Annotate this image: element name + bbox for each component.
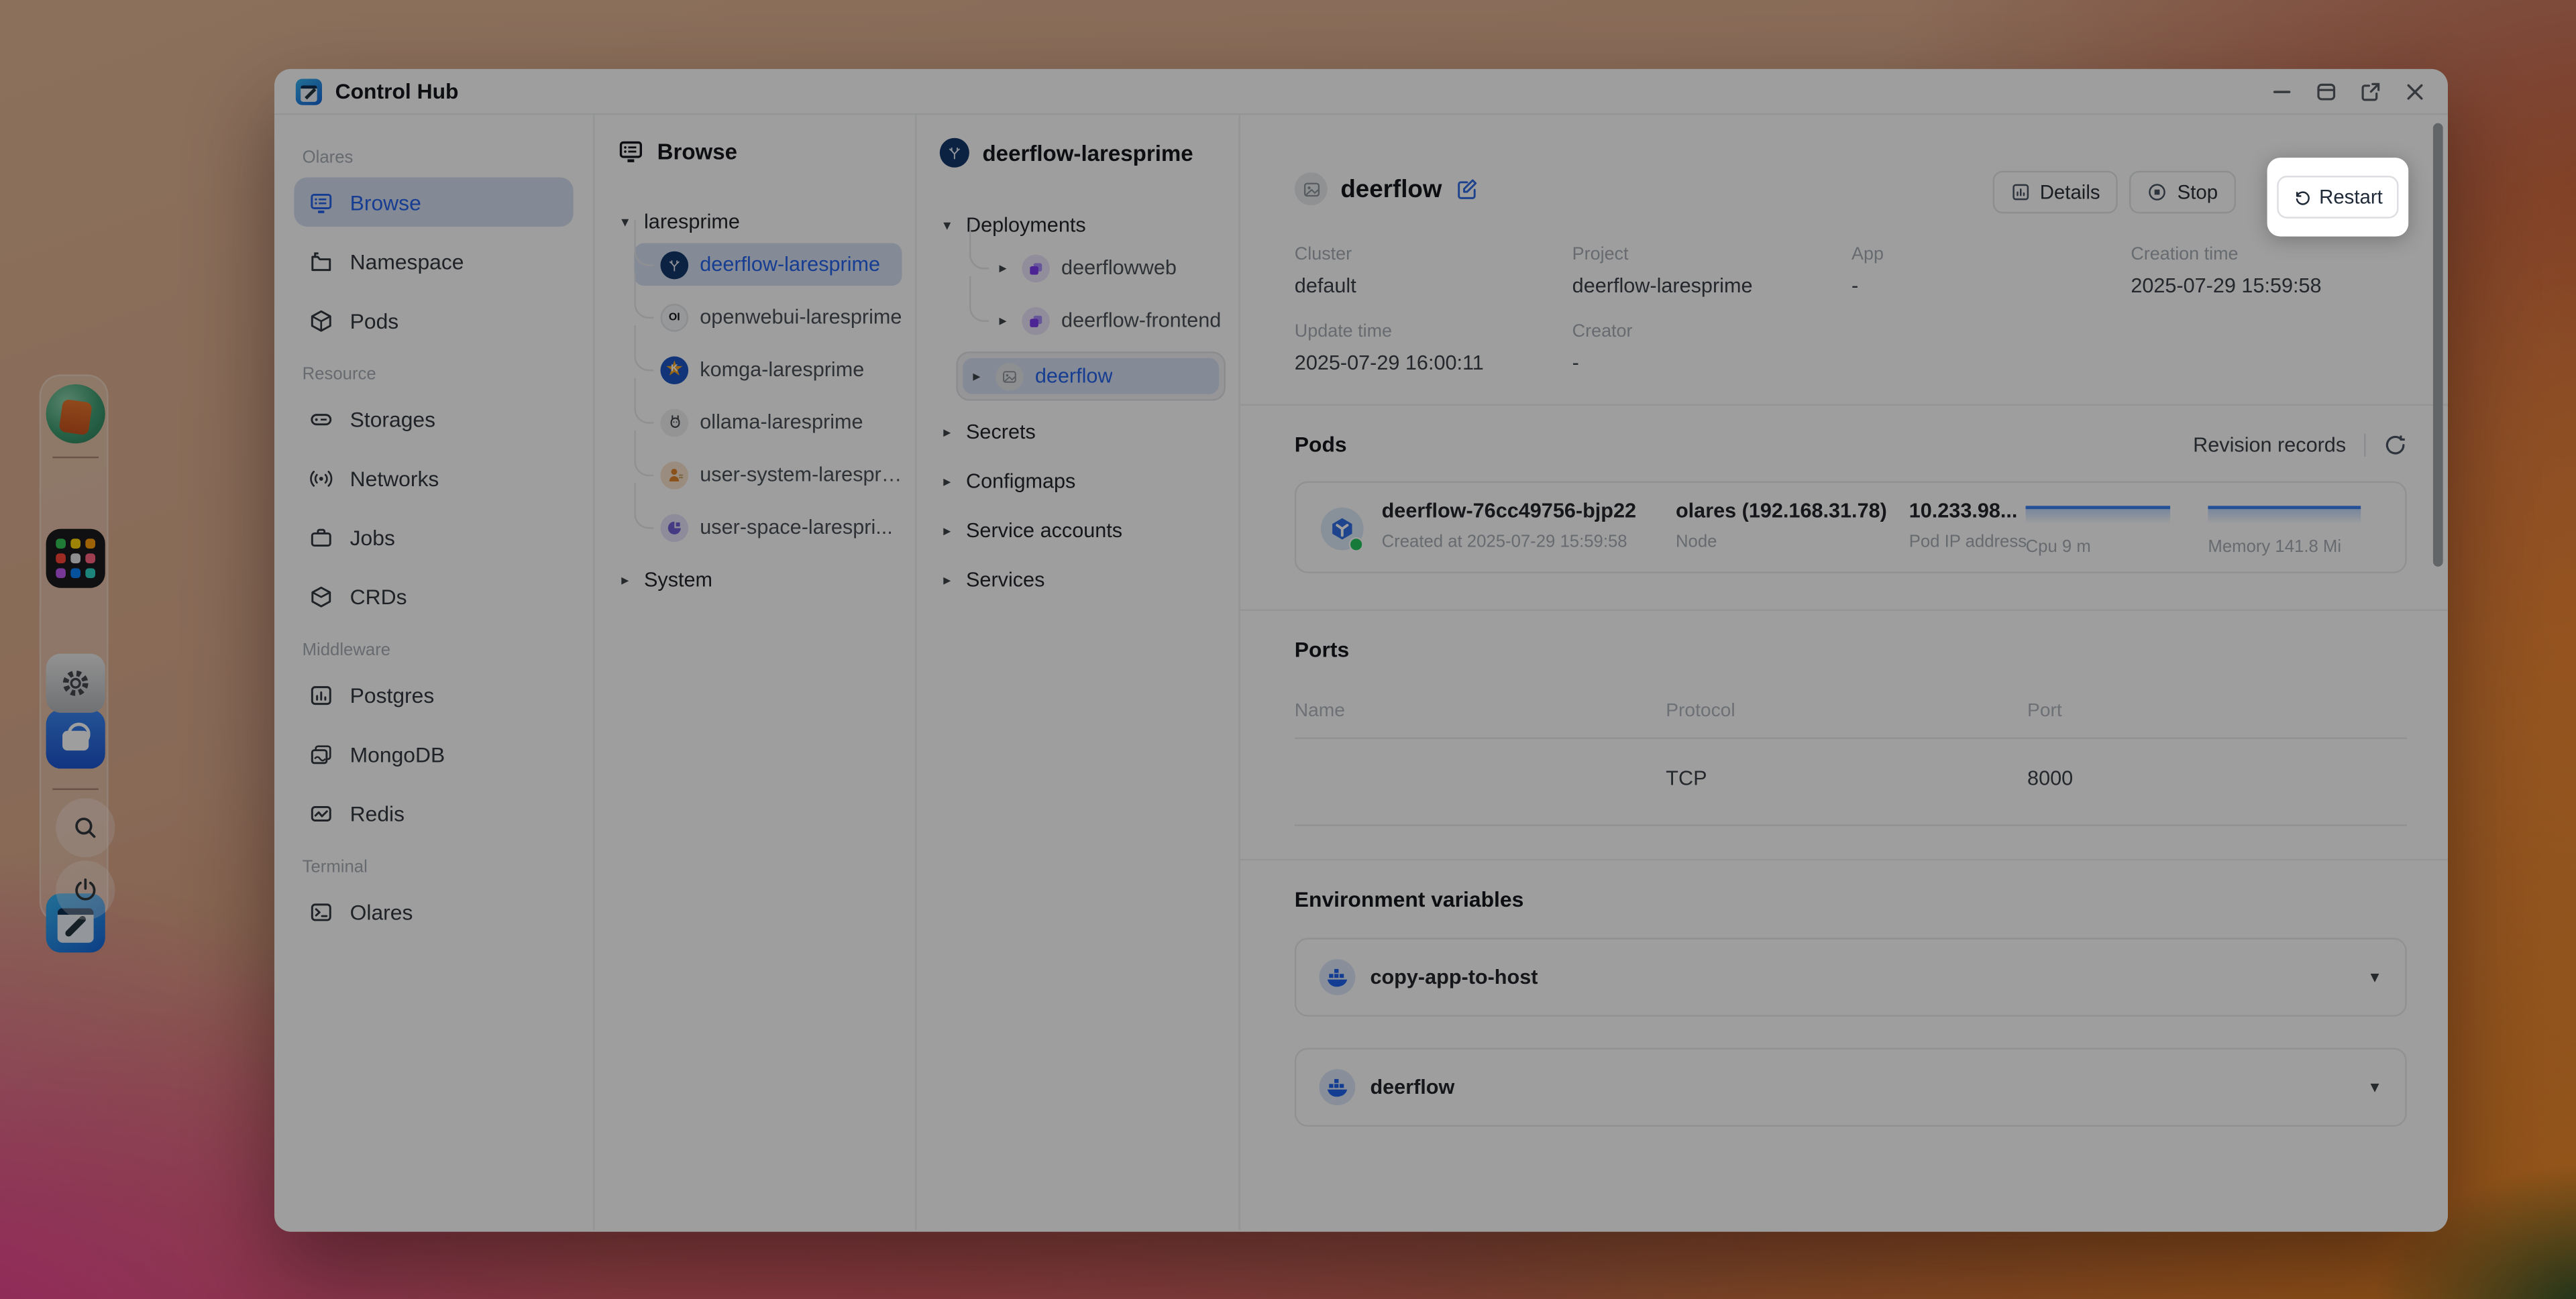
restart-icon: [2293, 188, 2311, 206]
restart-button-label: Restart: [2319, 186, 2383, 209]
screen: Control Hub Ol: [0, 0, 2576, 1299]
dim-overlay: [0, 0, 2576, 1299]
restart-highlight: Restart: [2267, 158, 2409, 237]
restart-button[interactable]: Restart: [2276, 176, 2399, 219]
